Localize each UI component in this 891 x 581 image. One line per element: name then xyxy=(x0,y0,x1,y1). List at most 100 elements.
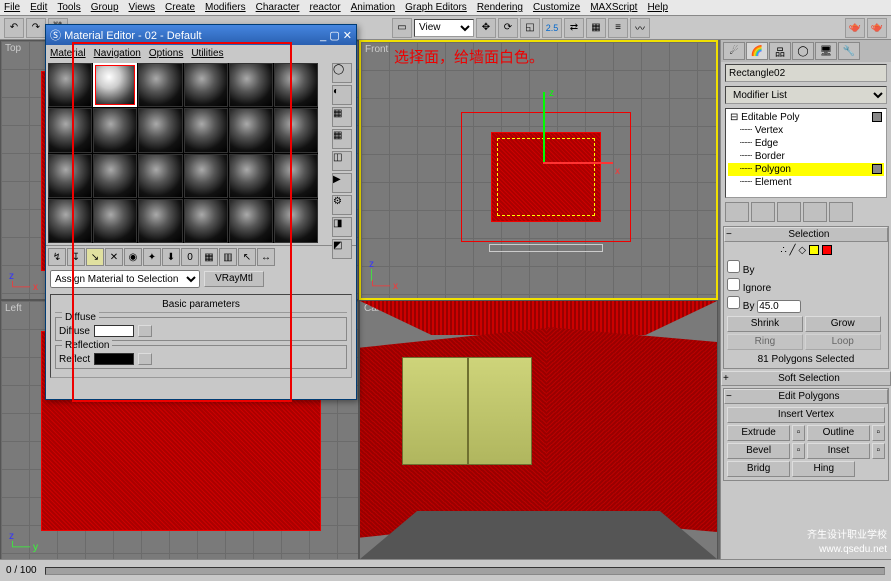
tab-modify[interactable]: 🌈 xyxy=(746,42,768,60)
material-slot[interactable] xyxy=(184,63,228,107)
soft-selection-rollout[interactable]: +Soft Selection xyxy=(721,371,891,386)
material-slot-selected[interactable] xyxy=(93,63,137,107)
sel-element-icon[interactable] xyxy=(822,245,832,255)
material-slot[interactable] xyxy=(138,154,182,198)
background-button[interactable]: ▦ xyxy=(332,107,352,127)
go-sibling-button[interactable]: ↔ xyxy=(257,248,275,266)
menu-modifiers[interactable]: Modifiers xyxy=(205,2,246,13)
angle-field[interactable] xyxy=(757,300,801,313)
video-check-button[interactable]: ◫ xyxy=(332,151,352,171)
object-name-field[interactable] xyxy=(725,64,887,82)
redo-button[interactable]: ↷ xyxy=(26,18,46,38)
material-slot[interactable] xyxy=(229,199,273,243)
menu-rendering[interactable]: Rendering xyxy=(477,2,523,13)
curve-editor-button[interactable]: 〰 xyxy=(630,18,650,38)
hinge-button[interactable]: Hing xyxy=(792,461,855,477)
material-slot[interactable] xyxy=(229,108,273,152)
mat-effects-button[interactable]: ◩ xyxy=(332,239,352,259)
layers-button[interactable]: ≡ xyxy=(608,18,628,38)
select-by-mat-button[interactable]: ◨ xyxy=(332,217,352,237)
extrude-button[interactable]: Extrude xyxy=(727,425,790,441)
mat-menu-material[interactable]: Material xyxy=(50,48,86,59)
mat-menubar[interactable]: Material Navigation Options Utilities xyxy=(46,45,356,61)
bridge-button[interactable]: Bridg xyxy=(727,461,790,477)
stack-border[interactable]: ┈┈ Border xyxy=(728,150,884,163)
put-library-button[interactable]: ⬇ xyxy=(162,248,180,266)
material-type-button[interactable]: VRayMtl xyxy=(204,271,264,287)
basic-params-head[interactable]: Basic parameters xyxy=(55,299,347,313)
pin-stack-button[interactable] xyxy=(725,202,749,222)
snap-button[interactable]: 2.5 xyxy=(542,18,562,38)
modifier-list[interactable]: Modifier List xyxy=(725,86,887,104)
align-button[interactable]: ▦ xyxy=(586,18,606,38)
mat-menu-utilities[interactable]: Utilities xyxy=(191,48,223,59)
ring-button[interactable]: Ring xyxy=(727,334,803,350)
main-menubar[interactable]: File Edit Tools Group Views Create Modif… xyxy=(0,0,891,16)
material-slot[interactable] xyxy=(48,108,92,152)
sel-vertex-icon[interactable]: ∴ xyxy=(780,245,786,256)
menu-character[interactable]: Character xyxy=(256,2,300,13)
menu-create[interactable]: Create xyxy=(165,2,195,13)
rotate-button[interactable]: ⟳ xyxy=(498,18,518,38)
tab-create[interactable]: ☄ xyxy=(723,42,745,60)
menu-reactor[interactable]: reactor xyxy=(310,2,341,13)
material-slot[interactable] xyxy=(93,199,137,243)
reflect-map-button[interactable] xyxy=(138,353,152,365)
by-vertex-checkbox[interactable]: By xyxy=(727,260,885,276)
menu-customize[interactable]: Customize xyxy=(533,2,580,13)
material-slot[interactable] xyxy=(48,199,92,243)
material-slot[interactable] xyxy=(138,199,182,243)
menu-group[interactable]: Group xyxy=(91,2,119,13)
menu-animation[interactable]: Animation xyxy=(351,2,395,13)
undo-button[interactable]: ↶ xyxy=(4,18,24,38)
tab-motion[interactable]: ◯ xyxy=(792,42,814,60)
inset-button[interactable]: Inset xyxy=(807,443,870,459)
mat-menu-options[interactable]: Options xyxy=(149,48,183,59)
material-slot[interactable] xyxy=(184,199,228,243)
material-slot[interactable] xyxy=(274,154,318,198)
put-material-button[interactable]: ↧ xyxy=(67,248,85,266)
go-parent-button[interactable]: ↖ xyxy=(238,248,256,266)
mirror-button[interactable]: ⇄ xyxy=(564,18,584,38)
material-slot[interactable] xyxy=(274,108,318,152)
make-unique-button[interactable]: ✦ xyxy=(143,248,161,266)
mat-menu-navigation[interactable]: Navigation xyxy=(94,48,141,59)
material-slot[interactable] xyxy=(184,108,228,152)
render-button[interactable]: 🫖 xyxy=(845,18,865,38)
material-slot[interactable] xyxy=(48,63,92,107)
menu-tools[interactable]: Tools xyxy=(57,2,80,13)
unique-button[interactable] xyxy=(777,202,801,222)
sel-polygon-icon[interactable] xyxy=(809,245,819,255)
tab-display[interactable]: 🖥 xyxy=(815,42,837,60)
grow-button[interactable]: Grow xyxy=(805,316,881,332)
modifier-stack[interactable]: ⊟ Editable Poly ┈┈ Vertex ┈┈ Edge ┈┈ Bor… xyxy=(725,108,887,198)
diffuse-map-button[interactable] xyxy=(138,325,152,337)
move-button[interactable]: ✥ xyxy=(476,18,496,38)
sel-edge-icon[interactable]: ╱ xyxy=(790,245,796,256)
scale-button[interactable]: ◱ xyxy=(520,18,540,38)
show-map-button[interactable]: ▦ xyxy=(200,248,218,266)
stack-root[interactable]: ⊟ Editable Poly xyxy=(728,111,884,124)
menu-help[interactable]: Help xyxy=(647,2,668,13)
by-angle-checkbox[interactable]: By xyxy=(727,296,885,313)
maximize-icon[interactable]: ▢ xyxy=(329,30,342,42)
loop-button[interactable]: Loop xyxy=(805,334,881,350)
show-end-button[interactable] xyxy=(751,202,775,222)
mat-id-button[interactable]: 0 xyxy=(181,248,199,266)
diffuse-swatch[interactable] xyxy=(94,325,134,337)
edit-polygons-rollout[interactable]: −Edit Polygons xyxy=(724,389,888,404)
remove-mod-button[interactable] xyxy=(803,202,827,222)
menu-maxscript[interactable]: MAXScript xyxy=(590,2,637,13)
stack-vertex[interactable]: ┈┈ Vertex xyxy=(728,124,884,137)
show-end-result-button[interactable]: ▥ xyxy=(219,248,237,266)
ignore-checkbox[interactable]: Ignore xyxy=(727,278,885,294)
menu-file[interactable]: File xyxy=(4,2,20,13)
stack-polygon[interactable]: ┈┈ Polygon xyxy=(728,163,884,176)
material-slot[interactable] xyxy=(274,199,318,243)
reflect-swatch[interactable] xyxy=(94,353,134,365)
config-button[interactable] xyxy=(829,202,853,222)
selection-head[interactable]: −Selection xyxy=(724,227,888,242)
menu-grapheditors[interactable]: Graph Editors xyxy=(405,2,467,13)
menu-views[interactable]: Views xyxy=(129,2,156,13)
delete-button[interactable]: ✕ xyxy=(105,248,123,266)
